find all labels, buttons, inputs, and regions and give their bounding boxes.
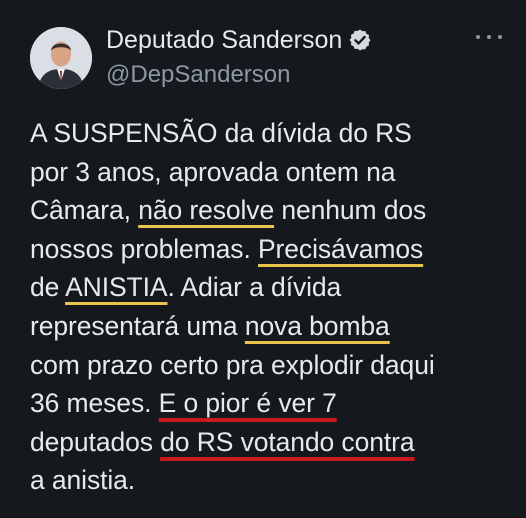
tweet-line: deputados do RS votando contra: [30, 426, 415, 457]
highlight-red: E o pior é ver 7: [158, 388, 337, 419]
tweet-line: 36 meses. E o pior é ver 7: [30, 388, 337, 419]
tweet-line: Câmara, não resolve nenhum dos: [30, 195, 427, 226]
highlight-red: do RS votando contra: [160, 426, 415, 457]
more-horizontal-icon[interactable]: [476, 28, 502, 46]
highlight-yellow: nova bomba: [244, 310, 390, 341]
author-handle[interactable]: @DepSanderson: [106, 60, 290, 90]
tweet-line: representará uma nova bomba: [30, 310, 390, 341]
highlight-yellow: ANISTIA: [65, 272, 168, 303]
avatar[interactable]: [30, 27, 92, 89]
tweet-line: com prazo certo pra explodir daqui: [30, 349, 435, 380]
verified-badge-icon: [349, 29, 371, 51]
author-name[interactable]: Deputado Sanderson: [106, 24, 342, 56]
tweet-line: nossos problemas. Precisávamos: [30, 233, 424, 264]
tweet-line: a anistia.: [30, 465, 136, 496]
profile-photo: [30, 27, 92, 89]
tweet-header: Deputado Sanderson @DepSanderson: [30, 24, 502, 94]
tweet-text: A SUSPENSÃO da dívida do RS por 3 anos, …: [30, 114, 510, 500]
tweet-line: A SUSPENSÃO da dívida do RS: [30, 118, 412, 148]
tweet-line: por 3 anos, aprovada ontem na: [30, 156, 396, 187]
highlight-yellow: Precisávamos: [257, 233, 424, 264]
highlight-yellow: não resolve: [138, 195, 275, 226]
tweet-line: de ANISTIA. Adiar a dívida: [30, 272, 342, 303]
